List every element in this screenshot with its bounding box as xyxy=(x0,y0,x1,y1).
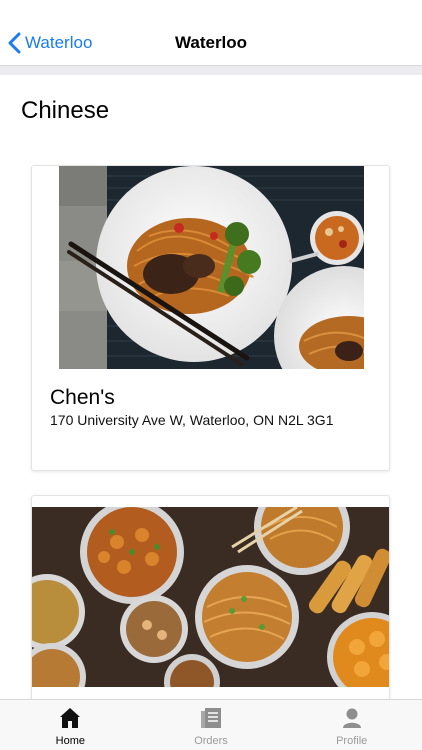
restaurant-card[interactable]: Chen's 170 University Ave W, Waterloo, O… xyxy=(31,165,390,471)
restaurant-list[interactable]: Chinese Chen's 170 University Ave W, Wat… xyxy=(0,75,422,699)
tab-home[interactable]: Home xyxy=(0,700,141,750)
home-icon xyxy=(58,706,82,730)
nav-divider xyxy=(0,66,422,75)
tab-profile[interactable]: Profile xyxy=(281,700,422,750)
restaurant-name: Chen's xyxy=(50,386,115,409)
tab-bar: Home Orders Profile xyxy=(0,699,422,750)
app-screen: Waterloo Waterloo Chinese Chen's 170 Uni… xyxy=(0,0,422,750)
cuisine-heading: Chinese xyxy=(21,97,110,124)
tab-home-label: Home xyxy=(55,735,85,747)
restaurant-address: 170 University Ave W, Waterloo, ON N2L 3… xyxy=(50,412,334,428)
tab-profile-label: Profile xyxy=(336,735,368,747)
noodle-plate-photo xyxy=(59,166,364,369)
tab-orders-label: Orders xyxy=(194,735,228,747)
navigation-bar: Waterloo Waterloo xyxy=(0,0,422,66)
restaurant-card[interactable] xyxy=(31,495,390,699)
profile-icon xyxy=(340,706,364,730)
tab-orders[interactable]: Orders xyxy=(141,700,282,750)
chinese-feast-photo xyxy=(32,507,389,687)
orders-icon xyxy=(199,706,223,730)
page-title: Waterloo xyxy=(174,33,248,52)
